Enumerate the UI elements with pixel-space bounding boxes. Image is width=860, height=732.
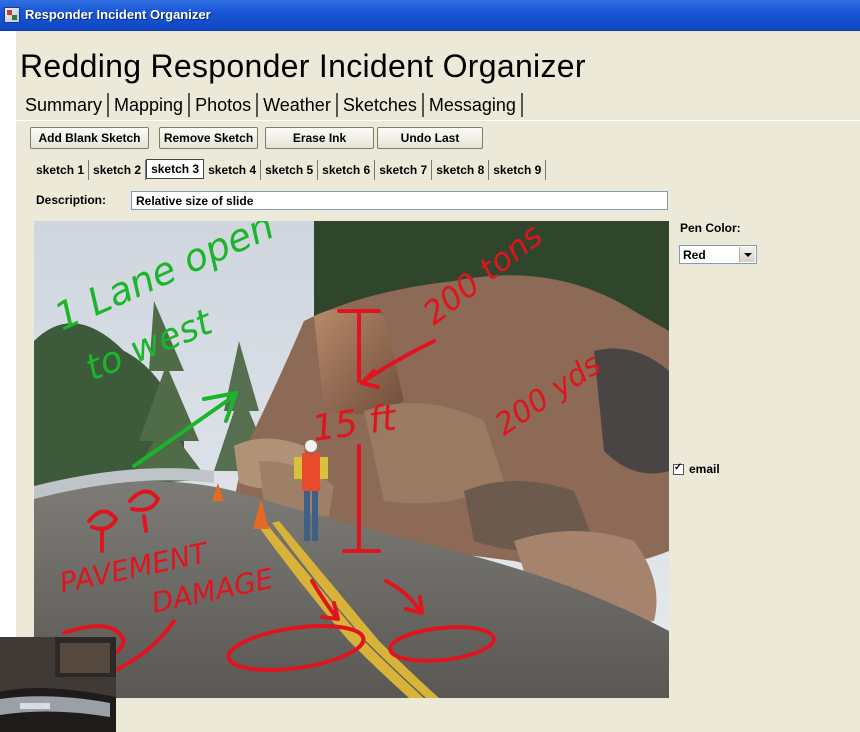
undo-last-button[interactable]: Undo Last: [377, 127, 483, 149]
email-checkbox[interactable]: [673, 462, 684, 475]
description-label: Description:: [36, 193, 107, 207]
main-tab-strip: Summary Mapping Photos Weather Sketches …: [20, 93, 523, 119]
left-edge: [0, 31, 16, 732]
pen-color-value: Red: [683, 248, 706, 262]
tab-sketch-3[interactable]: sketch 3: [146, 159, 205, 179]
tab-sketch-1[interactable]: sketch 1: [32, 160, 90, 180]
tab-sketch-4[interactable]: sketch 4: [204, 160, 262, 180]
page-title: Redding Responder Incident Organizer: [20, 48, 586, 84]
tab-messaging[interactable]: Messaging: [423, 93, 523, 117]
tab-sketch-2[interactable]: sketch 2: [89, 160, 147, 180]
pen-color-label: Pen Color:: [680, 221, 741, 235]
remove-sketch-button[interactable]: Remove Sketch: [159, 127, 258, 149]
chevron-down-icon[interactable]: [739, 247, 755, 262]
description-input[interactable]: [131, 191, 668, 210]
title-bar: Responder Incident Organizer: [0, 0, 860, 31]
tab-sketches[interactable]: Sketches: [337, 93, 424, 117]
sketch-tab-strip: sketch 1 sketch 2 sketch 3 sketch 4 sket…: [32, 159, 547, 182]
app-icon: [4, 7, 20, 23]
email-label: email: [689, 462, 720, 476]
sketch-canvas[interactable]: 1 Lane open to west 200 tons 15 ft 200 y…: [34, 221, 669, 698]
pen-color-select[interactable]: Red: [679, 245, 757, 264]
tab-sketch-7[interactable]: sketch 7: [375, 160, 433, 180]
webcam-overlay: [0, 637, 116, 732]
tab-sketch-5[interactable]: sketch 5: [261, 160, 319, 180]
tab-weather[interactable]: Weather: [258, 93, 338, 117]
erase-ink-button[interactable]: Erase Ink: [265, 127, 374, 149]
tab-sketch-9[interactable]: sketch 9: [489, 160, 547, 180]
tab-photos[interactable]: Photos: [190, 93, 259, 117]
tab-sketch-6[interactable]: sketch 6: [318, 160, 376, 180]
tab-mapping[interactable]: Mapping: [109, 93, 191, 117]
add-blank-sketch-button[interactable]: Add Blank Sketch: [30, 127, 149, 149]
window-title: Responder Incident Organizer: [25, 7, 211, 22]
tab-sketch-8[interactable]: sketch 8: [432, 160, 490, 180]
tab-summary[interactable]: Summary: [20, 93, 110, 117]
tab-divider: [16, 120, 860, 121]
